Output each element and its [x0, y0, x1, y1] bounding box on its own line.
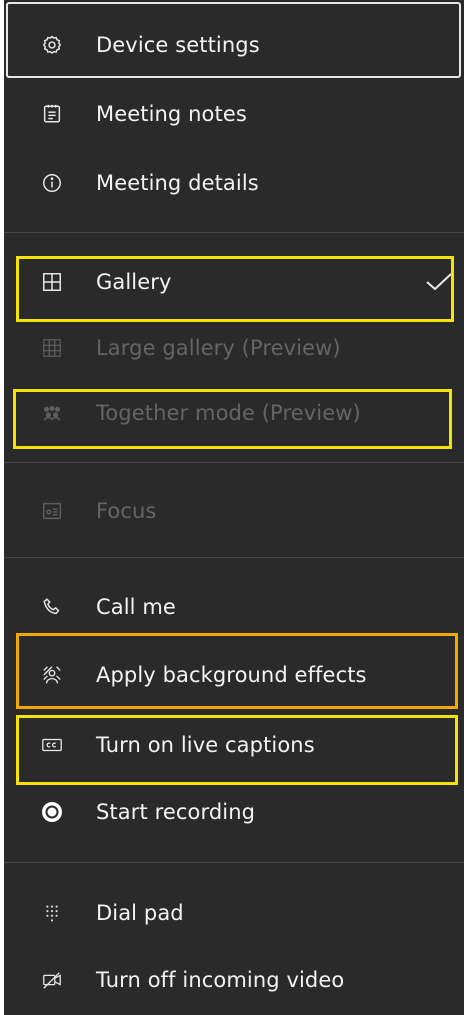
menu-item-dial-pad[interactable]: Dial pad: [4, 885, 464, 941]
info-icon: [40, 171, 64, 195]
menu-item-label: Meeting notes: [96, 102, 247, 126]
notes-icon: [40, 102, 64, 126]
menu-item-turn-off-incoming-video[interactable]: Turn off incoming video: [4, 952, 464, 1008]
menu-divider: [4, 462, 464, 463]
menu-item-large-gallery: Large gallery (Preview): [4, 320, 464, 376]
menu-item-call-me[interactable]: Call me: [4, 579, 464, 635]
video-off-icon: [40, 968, 64, 992]
menu-item-label: Focus: [96, 499, 157, 523]
menu-item-focus: Focus: [4, 483, 464, 539]
menu-item-label: Turn on live captions: [96, 733, 315, 757]
menu-item-meeting-notes[interactable]: Meeting notes: [4, 86, 464, 142]
menu-item-label: Dial pad: [96, 901, 184, 925]
menu-item-label: Device settings: [96, 33, 260, 57]
phone-icon: [40, 595, 64, 619]
menu-item-live-captions[interactable]: Turn on live captions: [4, 717, 464, 773]
menu-item-label: Together mode (Preview): [96, 401, 361, 425]
menu-item-label: Start recording: [96, 800, 256, 824]
menu-item-label: Large gallery (Preview): [96, 336, 341, 360]
dialpad-icon: [40, 901, 64, 925]
menu-item-together-mode: Together mode (Preview): [4, 385, 464, 441]
gallery-grid-icon: [40, 270, 64, 294]
menu-item-label: Call me: [96, 595, 176, 619]
background-effects-icon: [40, 663, 64, 687]
menu-divider: [4, 232, 464, 233]
menu-divider: [4, 557, 464, 558]
record-icon: [40, 800, 64, 824]
focus-icon: [40, 499, 64, 523]
gear-icon: [40, 33, 64, 57]
menu-item-label: Turn off incoming video: [96, 968, 345, 992]
menu-item-label: Apply background effects: [96, 663, 367, 687]
checkmark-icon: [424, 270, 454, 294]
menu-item-apply-background-effects[interactable]: Apply background effects: [4, 647, 464, 703]
menu-item-label: Gallery: [96, 270, 172, 294]
menu-item-meeting-details[interactable]: Meeting details: [4, 155, 464, 211]
menu-item-gallery[interactable]: Gallery: [4, 254, 464, 310]
more-actions-menu: Device settings Meeting notes Meeting de…: [4, 0, 464, 1015]
menu-divider: [4, 862, 464, 863]
menu-item-start-recording[interactable]: Start recording: [4, 784, 464, 840]
together-mode-icon: [40, 401, 64, 425]
menu-item-label: Meeting details: [96, 171, 259, 195]
large-gallery-icon: [40, 336, 64, 360]
menu-item-device-settings[interactable]: Device settings: [4, 12, 464, 78]
cc-icon: [40, 733, 64, 757]
